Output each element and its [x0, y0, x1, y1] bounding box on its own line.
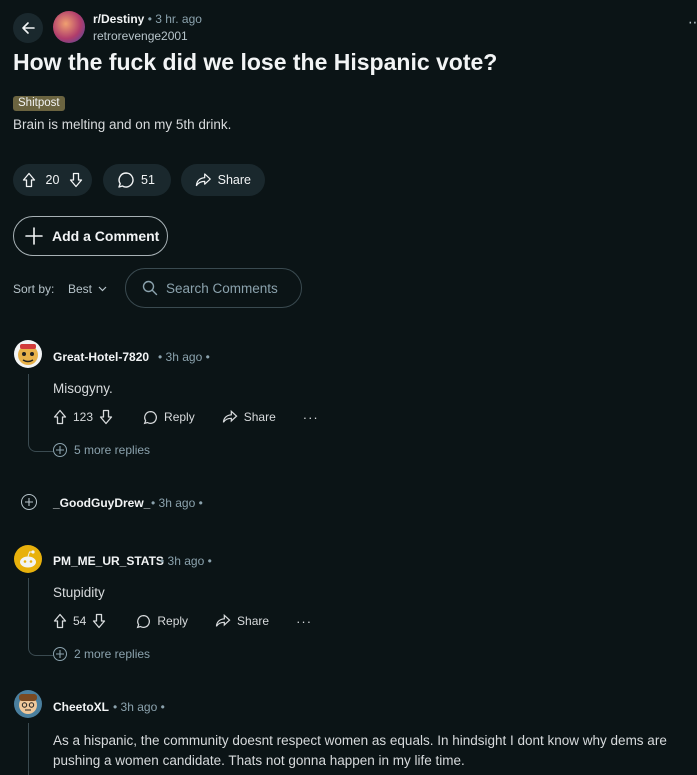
- downvote-icon[interactable]: [99, 409, 113, 425]
- avatar[interactable]: [14, 340, 42, 368]
- ellipsis-icon[interactable]: ···: [296, 614, 312, 629]
- post-body: Brain is melting and on my 5th drink.: [13, 117, 232, 132]
- add-comment-button[interactable]: Add a Comment: [13, 216, 168, 256]
- comment-vote: 54: [53, 613, 106, 629]
- share-label: Share: [217, 173, 251, 187]
- subreddit-line: r/Destiny • 3 hr. ago: [93, 12, 202, 26]
- comment-meta: • 3h ago •: [113, 700, 165, 714]
- downvote-icon[interactable]: [69, 172, 83, 188]
- expand-comment-button[interactable]: [21, 494, 37, 510]
- share-arrow-icon: [195, 173, 211, 187]
- thread-line[interactable]: [28, 374, 29, 444]
- downvote-icon[interactable]: [92, 613, 106, 629]
- snoo-avatar-icon: [20, 550, 36, 568]
- subreddit-avatar[interactable]: [53, 11, 85, 43]
- post-title: How the fuck did we lose the Hispanic vo…: [13, 49, 498, 75]
- share-arrow-icon: [222, 410, 238, 423]
- comment-meta: • 3h ago •: [151, 496, 203, 510]
- circle-plus-icon: [21, 494, 37, 510]
- comments-button[interactable]: 51: [103, 164, 171, 196]
- comment-time: 3h ago: [158, 496, 196, 510]
- thread-branch: [28, 647, 53, 656]
- comment-meta: • 3h ago •: [160, 554, 212, 568]
- post-vote-pill: 20: [13, 164, 92, 196]
- share-button[interactable]: Share: [215, 614, 269, 628]
- post-time: 3 hr. ago: [155, 12, 202, 26]
- comment-text: As a hispanic, the community doesnt resp…: [53, 733, 667, 768]
- more-replies-button[interactable]: 5 more replies: [53, 443, 150, 457]
- comment-time: 3h ago: [165, 350, 203, 364]
- magnifier-icon: [142, 280, 158, 296]
- share-button[interactable]: Share: [222, 410, 276, 424]
- share-label: Share: [243, 410, 276, 424]
- back-button[interactable]: [13, 13, 43, 43]
- post-options-icon[interactable]: ⋯: [688, 14, 697, 31]
- reply-button[interactable]: Reply: [143, 410, 195, 425]
- thread-line[interactable]: [28, 723, 29, 775]
- thread-branch: [28, 443, 53, 452]
- reply-label: Reply: [157, 614, 189, 628]
- reply-label: Reply: [164, 410, 195, 424]
- circle-plus-icon: [53, 443, 67, 457]
- chevron-down-icon: [98, 286, 107, 292]
- post-flair[interactable]: Shitpost: [13, 96, 65, 111]
- reply-button[interactable]: Reply: [136, 614, 188, 629]
- more-replies-label: 2 more replies: [74, 647, 151, 661]
- upvote-icon[interactable]: [22, 172, 36, 188]
- user-avatar-icon: [18, 344, 38, 365]
- sort-dropdown[interactable]: Best: [68, 282, 107, 296]
- subreddit-name[interactable]: r/Destiny: [93, 12, 144, 26]
- upvote-icon[interactable]: [53, 613, 67, 629]
- speech-bubble-icon: [118, 172, 134, 188]
- upvote-icon[interactable]: [53, 409, 67, 425]
- add-comment-label: Add a Comment: [52, 228, 160, 244]
- share-button[interactable]: Share: [181, 164, 265, 196]
- user-avatar-icon: [19, 694, 37, 714]
- more-replies-button[interactable]: 2 more replies: [53, 647, 150, 661]
- comment-vote-count: 123: [73, 410, 94, 424]
- comment-text: Stupidity: [53, 585, 105, 600]
- share-label: Share: [237, 614, 270, 628]
- comment-vote: 123: [53, 409, 113, 425]
- avatar[interactable]: [14, 545, 42, 573]
- comment-vote-count: 54: [73, 614, 87, 628]
- comment-username[interactable]: CheetoXL: [53, 700, 109, 714]
- sort-label: Sort by:: [13, 282, 55, 296]
- search-comments-input[interactable]: Search Comments: [125, 268, 302, 308]
- plus-icon: [25, 227, 43, 245]
- post-vote-count: 20: [45, 173, 60, 187]
- sort-value: Best: [68, 282, 93, 296]
- post-author[interactable]: retrorevenge2001: [93, 29, 188, 43]
- comment-username[interactable]: _GoodGuyDrew_: [53, 496, 150, 510]
- thread-line[interactable]: [28, 578, 29, 648]
- more-replies-label: 5 more replies: [74, 443, 151, 457]
- speech-bubble-icon: [143, 410, 157, 424]
- avatar[interactable]: [14, 690, 42, 718]
- speech-bubble-icon: [137, 614, 151, 628]
- search-placeholder: Search Comments: [166, 280, 278, 296]
- comment-time: 3h ago: [120, 700, 158, 714]
- ellipsis-icon[interactable]: ···: [303, 410, 319, 425]
- comment-actions: 54 Reply Share ···: [53, 613, 312, 629]
- arrow-left-icon: [22, 22, 35, 34]
- comment-meta: • 3h ago •: [158, 350, 210, 364]
- circle-plus-icon: [53, 647, 67, 661]
- share-arrow-icon: [215, 614, 231, 627]
- comment-actions: 123 Reply Share ···: [53, 409, 319, 425]
- comment-time: 3h ago: [167, 554, 205, 568]
- comment-username[interactable]: Great-Hotel-7820: [53, 350, 149, 364]
- comment-text: Misogyny.: [53, 381, 113, 396]
- comment-username[interactable]: PM_ME_UR_STATS: [53, 554, 164, 568]
- comment-count: 51: [141, 173, 155, 187]
